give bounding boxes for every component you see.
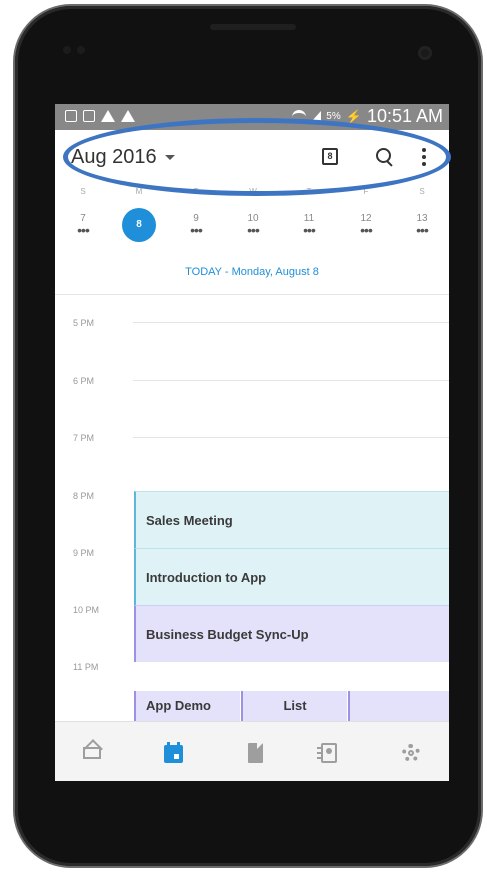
hour-label: 8 PM (73, 491, 95, 501)
month-label: Aug 2016 (71, 146, 157, 168)
day-timeline: 5 PM 6 PM 7 PM 8 PM 9 PM 10 PM 11 PM Sal… (55, 295, 449, 721)
day-wed[interactable]: W 10 ••• (233, 186, 273, 237)
event-app-demo[interactable]: App Demo (134, 691, 240, 721)
bottom-navigation (55, 721, 449, 781)
battery-percent: 5% (326, 111, 341, 122)
week-strip: S 7 ••• M 8 T 9 ••• W 10 ••• T 11 ••• F … (55, 186, 449, 258)
event-introduction[interactable]: Introduction to App (134, 548, 449, 605)
status-time: 10:51 AM (366, 106, 443, 126)
warning-icon (121, 110, 135, 122)
calendar-icon[interactable] (163, 742, 185, 764)
day-thu[interactable]: T 11 ••• (289, 186, 329, 237)
event-budget-sync[interactable]: Business Budget Sync-Up (134, 605, 449, 662)
search-icon[interactable] (374, 146, 396, 168)
charging-icon: ⚡ (345, 108, 362, 124)
month-selector[interactable]: Aug 2016 (71, 146, 175, 169)
warning-icon (101, 110, 115, 122)
hour-line (133, 322, 449, 323)
status-bar: 5% ⚡ 10:51 AM (55, 104, 449, 130)
contacts-icon[interactable] (317, 742, 339, 764)
status-right: 5% ⚡ 10:51 AM (292, 106, 443, 127)
hour-label: 10 PM (73, 605, 100, 615)
front-camera (418, 46, 432, 60)
event-sales-meeting[interactable]: Sales Meeting (134, 491, 449, 548)
file-icon[interactable] (245, 742, 267, 764)
calendar-header: Aug 2016 8 (55, 130, 449, 186)
day-sat[interactable]: S 13 ••• (402, 186, 442, 237)
event-list[interactable]: List (241, 691, 347, 721)
gallery-notification-icon (65, 110, 77, 122)
dropdown-caret-icon (164, 155, 175, 161)
notification-icons (65, 110, 135, 122)
day-mon-selected[interactable]: M 8 (119, 186, 159, 242)
wifi-icon (292, 110, 307, 123)
hour-line (133, 380, 449, 381)
signal-icon (311, 111, 322, 122)
app-screen: 5% ⚡ 10:51 AM Aug 2016 8 S 7 ••• M 8 T 9… (55, 104, 449, 781)
sensor-dot (63, 46, 71, 54)
settings-icon[interactable] (400, 742, 422, 764)
hour-label: 7 PM (73, 433, 95, 443)
hour-label: 11 PM (73, 662, 99, 672)
day-sun[interactable]: S 7 ••• (63, 186, 103, 237)
earpiece (210, 24, 296, 30)
calendar-notification-icon (83, 110, 95, 122)
day-tue[interactable]: T 9 ••• (176, 186, 216, 237)
more-icon[interactable] (413, 146, 435, 168)
hour-line (133, 437, 449, 438)
today-label[interactable]: TODAY - Monday, August 8 (55, 266, 449, 278)
sensor-dot (77, 46, 85, 54)
calendar-icon[interactable]: 8 (320, 146, 342, 168)
hour-label: 9 PM (73, 548, 95, 558)
mail-icon[interactable] (82, 739, 104, 764)
event-untitled[interactable] (348, 691, 449, 721)
hour-label: 5 PM (73, 318, 95, 328)
hour-label: 6 PM (73, 376, 95, 386)
day-fri[interactable]: F 12 ••• (346, 186, 386, 237)
